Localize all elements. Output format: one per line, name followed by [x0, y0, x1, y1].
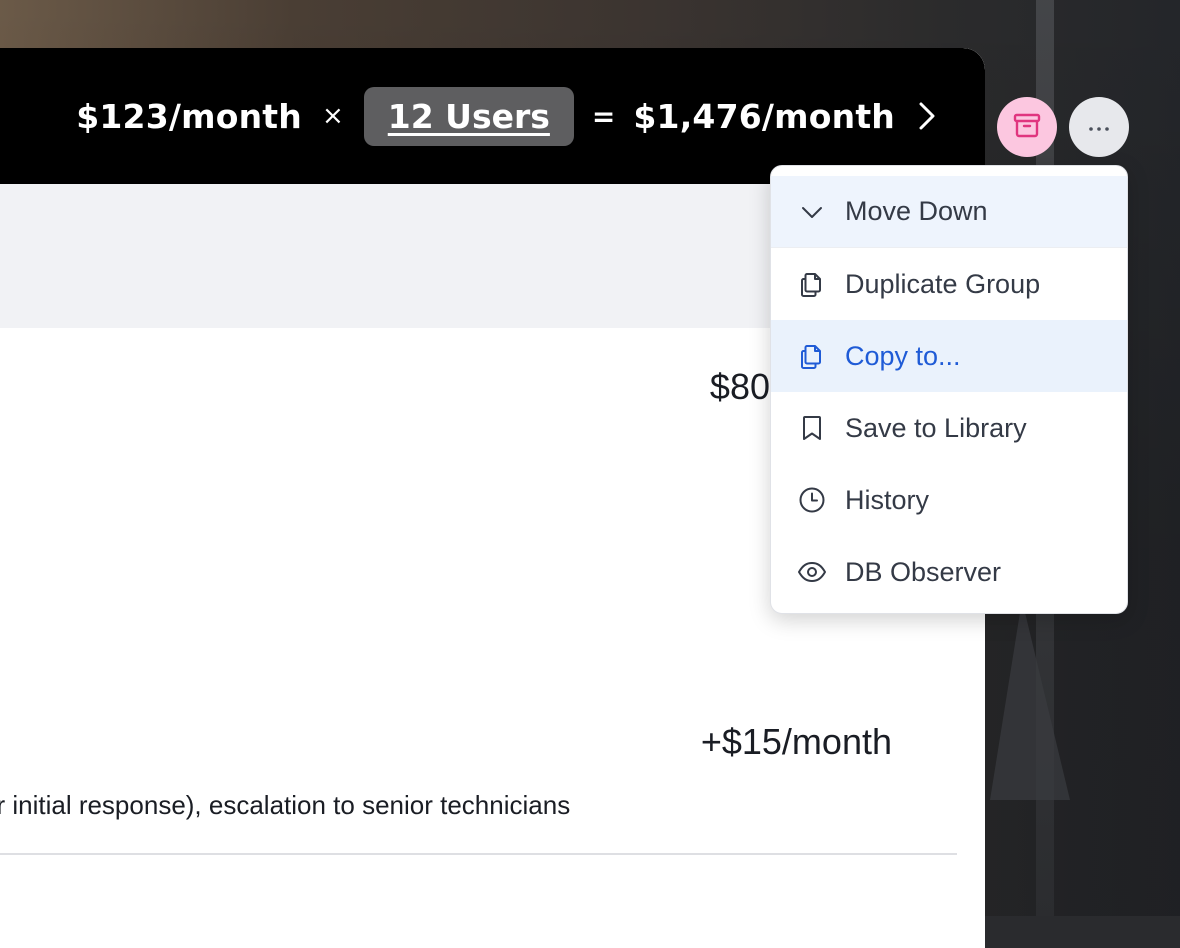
more-horizontal-icon	[1087, 118, 1111, 137]
menu-item-copy-to[interactable]: Copy to...	[771, 320, 1127, 392]
bookmark-icon	[797, 413, 827, 443]
menu-item-label: Move Down	[845, 196, 988, 226]
menu-item-label: History	[845, 484, 930, 515]
menu-item-label: Save to Library	[845, 412, 1027, 443]
multiply-sign: ×	[321, 101, 344, 131]
options-menu: Move Down Duplicate Group Copy to... Sav…	[770, 165, 1128, 614]
unit-price: $123/month	[76, 96, 302, 136]
menu-item-duplicate-group[interactable]: Duplicate Group	[771, 248, 1127, 320]
chevron-down-icon	[797, 197, 827, 227]
copy-icon	[797, 269, 827, 299]
eye-icon	[797, 557, 827, 587]
addon-price: +$15/month	[700, 721, 892, 762]
total-price: $1,476/month	[633, 96, 895, 136]
base-price: $80	[709, 366, 770, 407]
equals-sign: =	[591, 99, 616, 133]
menu-item-db-observer[interactable]: DB Observer	[771, 536, 1127, 608]
background-shape	[990, 600, 1070, 800]
chevron-right-icon[interactable]	[917, 96, 945, 136]
archive-button[interactable]	[997, 97, 1057, 157]
menu-item-label: Duplicate Group	[845, 268, 1041, 299]
more-options-button[interactable]	[1069, 97, 1129, 157]
pricing-summary-bar: $123/month × 12 Users = $1,476/month	[0, 48, 985, 184]
menu-item-save-to-library[interactable]: Save to Library	[771, 392, 1127, 464]
copy-icon	[797, 341, 827, 371]
divider	[0, 853, 957, 855]
menu-item-move-down[interactable]: Move Down	[771, 176, 1127, 248]
clock-icon	[797, 485, 827, 515]
addon-description: ur initial response), escalation to seni…	[0, 790, 571, 820]
menu-item-history[interactable]: History	[771, 464, 1127, 536]
archive-icon	[1011, 109, 1043, 145]
users-count-button[interactable]: 12 Users	[363, 86, 574, 146]
menu-item-label: DB Observer	[845, 556, 1002, 587]
menu-item-label: Copy to...	[845, 340, 961, 371]
